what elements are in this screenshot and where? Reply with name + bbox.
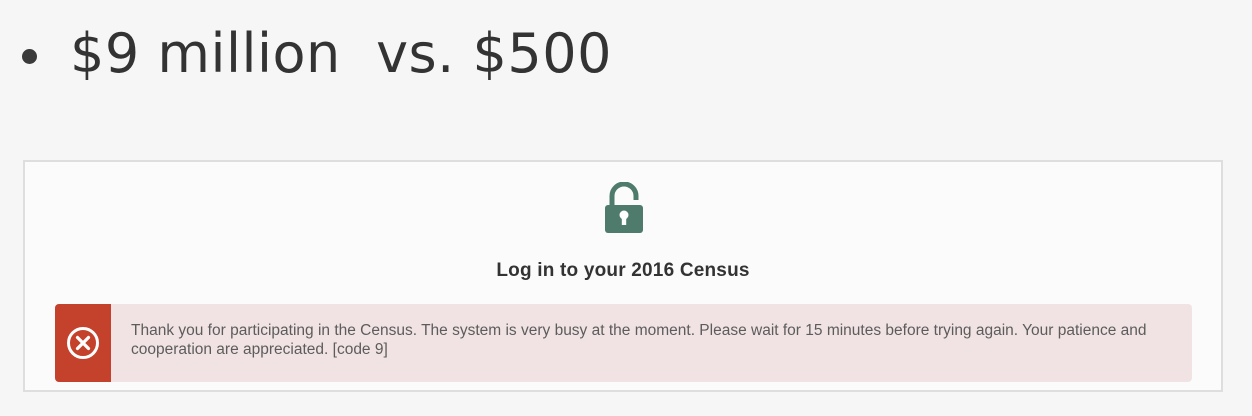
error-message: Thank you for participating in the Censu… (131, 322, 1147, 358)
bullet-text: $9 million vs. $500 (70, 22, 612, 85)
error-icon-container (55, 304, 111, 382)
login-title: Log in to your 2016 Census (496, 260, 750, 281)
error-alert: Thank you for participating in the Censu… (55, 304, 1192, 382)
bullet-dot (22, 48, 37, 64)
close-circle-icon (66, 326, 100, 360)
lock-icon (604, 181, 644, 234)
login-card: Log in to your 2016 Census Thank you for… (23, 160, 1223, 392)
slide-bullet: $9 million vs. $500 (22, 18, 612, 90)
